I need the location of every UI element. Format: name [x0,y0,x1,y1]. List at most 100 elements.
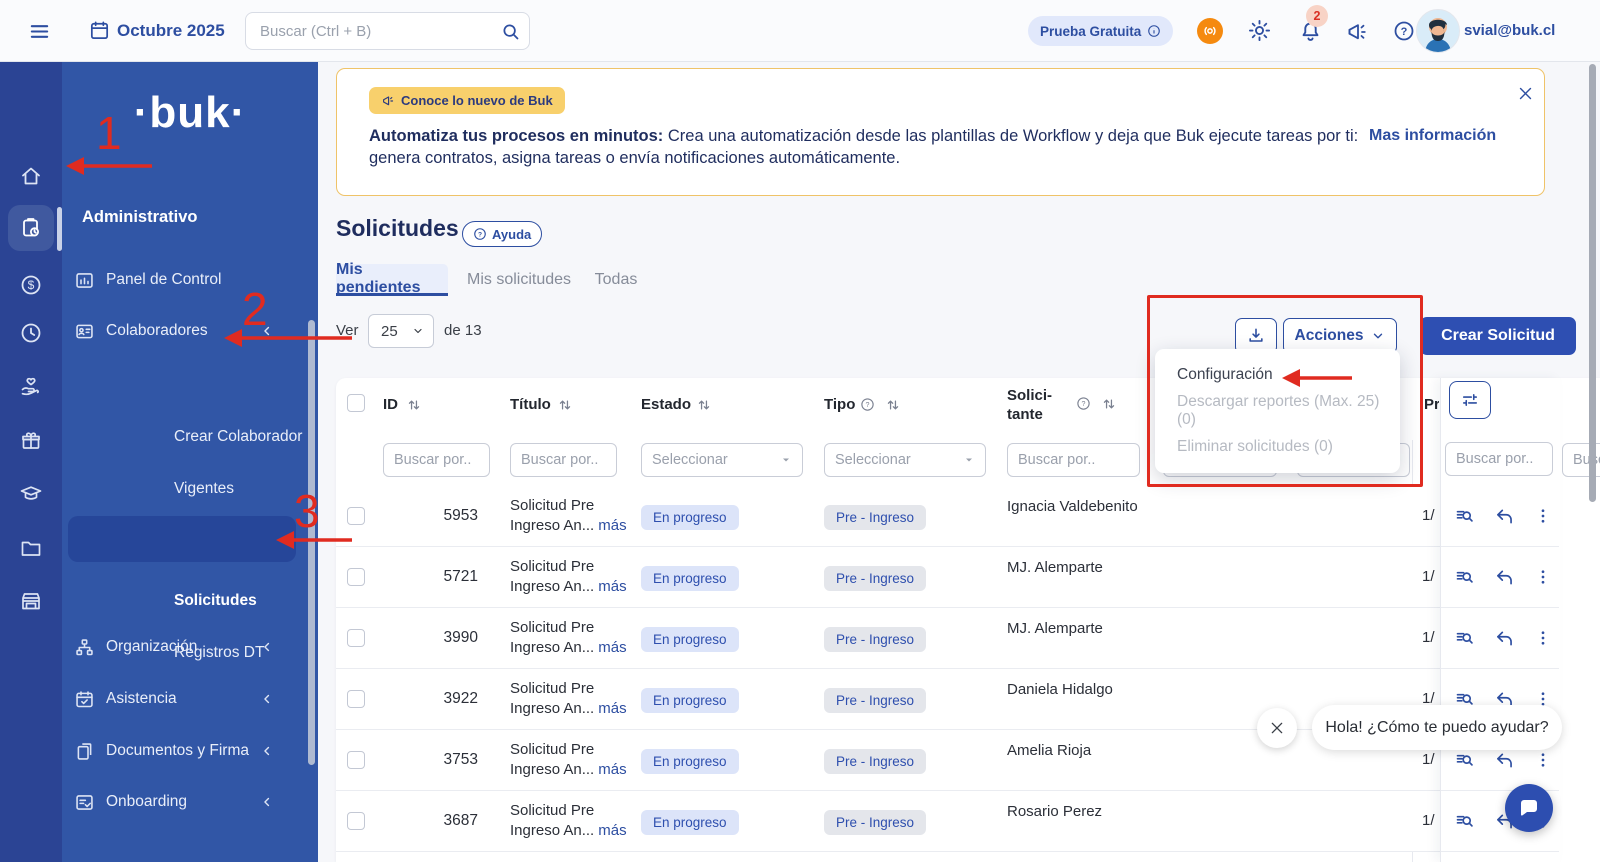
tab-mis-pendientes[interactable]: Mis pendientes [336,261,448,296]
search-icon[interactable] [500,21,521,42]
sidebar-subitem-vigentes[interactable]: Vigentes [174,474,234,504]
product-updates-icon[interactable] [1197,18,1223,44]
requests-clipboard-icon[interactable] [19,216,43,240]
kebab-menu-icon[interactable] [1534,751,1552,769]
view-detail-icon[interactable] [1454,811,1475,832]
sidebar-subitem-crear-colaborador[interactable]: Crear Colaborador [174,422,302,452]
view-detail-icon[interactable] [1454,567,1475,588]
tab-todas[interactable]: Todas [590,264,642,296]
sidebar-scrollbar[interactable] [308,320,315,765]
menu-item-descargar-reportes[interactable]: Descargar reportes (Max. 25) (0) [1155,393,1400,429]
column-header-id[interactable]: ID [383,396,398,413]
question-circle-icon[interactable]: ? [860,397,875,412]
row-checkbox[interactable] [347,751,365,769]
page-scrollbar[interactable] [1589,64,1596,502]
column-header-solicitante[interactable]: Solici-tante [1007,386,1052,424]
solicitante-filter-input[interactable] [1007,443,1140,477]
column-header-tipo[interactable]: Tipo [824,396,855,413]
sort-icon[interactable] [1102,397,1116,411]
search-input[interactable] [258,13,488,49]
id-filter-input[interactable] [383,443,490,477]
page-title: Solicitudes [336,215,459,241]
tipo-filter-select[interactable]: Seleccionar [824,443,986,477]
view-detail-icon[interactable] [1454,628,1475,649]
tab-mis-solicitudes[interactable]: Mis solicitudes [460,264,578,296]
row-more-link[interactable]: más [598,700,626,717]
files-folder-icon[interactable] [19,536,43,560]
question-circle-icon[interactable]: ? [1076,396,1091,411]
row-solicitante-cell: Daniela Hidalgo [1007,681,1113,698]
row-checkbox[interactable] [347,812,365,830]
column-header-estado[interactable]: Estado [641,396,691,413]
banner-close-icon[interactable] [1517,85,1534,102]
titulo-filter-input[interactable] [510,443,617,477]
sticky-filter-input[interactable] [1445,442,1553,476]
menu-item-eliminar-solicitudes[interactable]: Eliminar solicitudes (0) [1155,429,1400,465]
row-more-link[interactable]: más [598,761,626,778]
current-month-label[interactable]: Octubre 2025 [117,21,225,41]
row-more-link[interactable]: más [598,822,626,839]
tipo-badge: Pre - Ingreso [824,505,927,530]
view-detail-icon[interactable] [1454,750,1475,771]
return-reply-icon[interactable] [1494,628,1515,649]
settings-gear-icon[interactable] [1247,18,1272,43]
gifts-icon[interactable] [19,429,43,453]
announcements-megaphone-icon[interactable] [1345,20,1369,44]
chat-greeting-bubble[interactable]: Hola! ¿Cómo te puedo ayudar? [1312,705,1562,750]
row-more-link[interactable]: más [598,517,626,534]
hamburger-menu-icon[interactable] [28,20,51,43]
sort-icon[interactable] [886,398,900,412]
banner-more-info-link[interactable]: Mas información [1369,127,1496,145]
tipo-badge: Pre - Ingreso [824,566,927,591]
sidebar-item-asistencia[interactable]: Asistencia [74,682,304,716]
row-checkbox[interactable] [347,690,365,708]
kebab-menu-icon[interactable] [1534,629,1552,647]
help-icon[interactable]: ? [1392,19,1416,43]
chat-launcher-button[interactable] [1505,784,1553,832]
estado-badge: En progreso [641,810,739,835]
user-email-label[interactable]: svial@buk.cl [1464,22,1555,39]
global-search[interactable] [245,12,530,50]
row-checkbox[interactable] [347,629,365,647]
column-settings-button[interactable] [1449,381,1491,419]
per-page-select[interactable]: 25 [368,314,434,348]
sidebar-item-documentos-y-firma[interactable]: Documentos y Firma [74,734,304,768]
estado-filter-select[interactable]: Seleccionar [641,443,803,477]
sidebar-item-onboarding[interactable]: Onboarding [74,785,304,819]
menu-item-configuracion[interactable]: Configuración [1155,357,1400,393]
return-reply-icon[interactable] [1494,567,1515,588]
select-all-checkbox[interactable] [347,394,365,412]
sidebar-item-panel-de-control[interactable]: Panel de Control [74,263,304,297]
return-reply-icon[interactable] [1494,506,1515,527]
column-header-progreso-clipped[interactable]: Pr [1424,396,1439,413]
svg-text:?: ? [866,401,870,409]
time-clock-icon[interactable] [19,321,43,345]
row-more-link[interactable]: más [598,578,626,595]
benefits-hand-heart-icon[interactable] [19,375,43,399]
kebab-menu-icon[interactable] [1534,568,1552,586]
view-detail-icon[interactable] [1454,506,1475,527]
sidebar-item-organizacion[interactable]: Organización [74,630,304,664]
crear-solicitud-button[interactable]: Crear Solicitud [1420,317,1576,355]
row-checkbox[interactable] [347,568,365,586]
training-graduation-icon[interactable] [19,482,43,506]
sort-icon[interactable] [407,398,421,412]
kebab-menu-icon[interactable] [1534,507,1552,525]
row-solicitante-cell: Amelia Rioja [1007,742,1092,759]
chat-dismiss-button[interactable] [1257,708,1297,748]
company-storefront-icon[interactable] [19,589,43,613]
calendar-icon[interactable] [88,19,111,42]
sidebar-subitem-solicitudes[interactable]: Solicitudes [174,586,257,616]
sort-icon[interactable] [697,398,711,412]
return-reply-icon[interactable] [1494,750,1515,771]
trial-badge[interactable]: Prueba Gratuita [1028,16,1174,46]
sidebar-item-colaboradores[interactable]: Colaboradores [74,314,304,348]
column-header-titulo[interactable]: Título [510,396,551,413]
home-icon[interactable] [19,164,43,188]
help-badge[interactable]: ? Ayuda [462,221,543,247]
row-more-link[interactable]: más [598,639,626,656]
sort-icon[interactable] [558,398,572,412]
payroll-icon[interactable]: $ [19,273,43,297]
row-checkbox[interactable] [347,507,365,525]
user-avatar[interactable] [1416,9,1460,53]
